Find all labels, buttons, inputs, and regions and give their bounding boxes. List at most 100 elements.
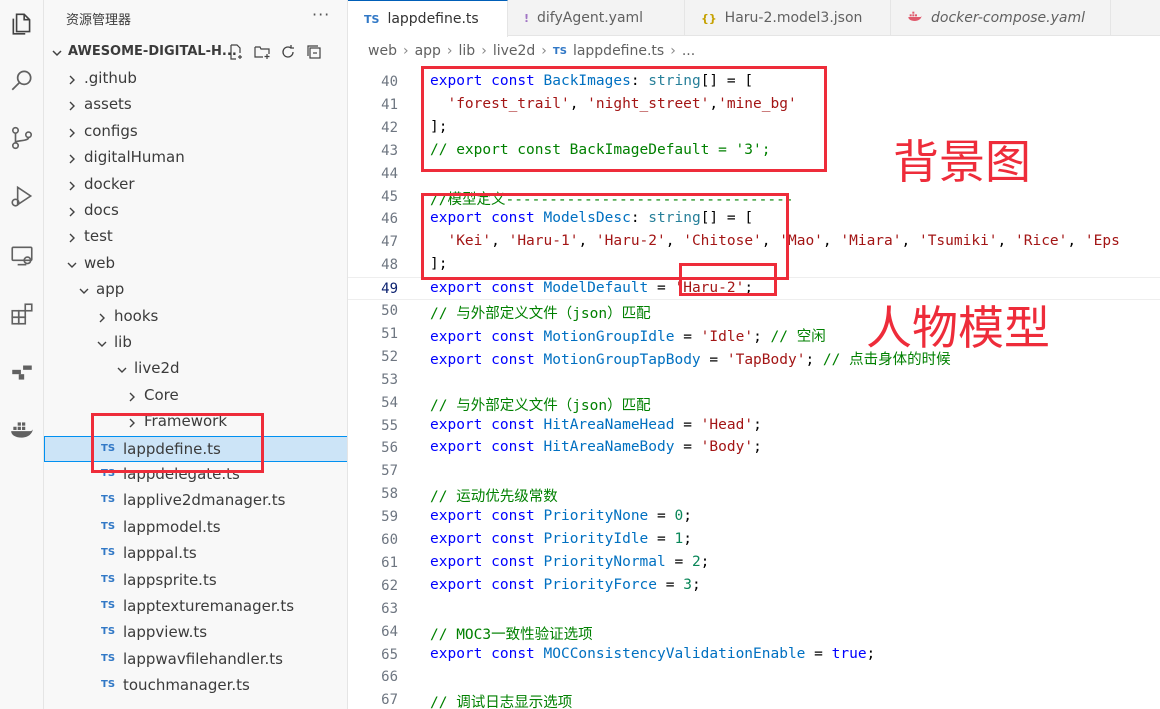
code-text: export const PriorityForce = 3; [430,577,701,593]
project-root[interactable]: AWESOME-DIGITAL-H... [44,40,347,64]
docker-icon[interactable] [0,408,44,452]
tree-item-label: lappview.ts [123,623,208,642]
code-line[interactable]: 56 export const HitAreaNameBody = 'Body'; [348,437,1160,460]
tree-folder-item[interactable]: lib [44,330,347,356]
code-line[interactable]: 57 [348,460,1160,483]
source-control-icon[interactable] [0,116,44,160]
chevron-down-icon [78,283,90,301]
new-folder-icon[interactable] [252,43,272,61]
search-icon[interactable] [0,58,44,102]
code-token: 'Eps [1084,233,1120,250]
code-token: = [674,328,701,345]
code-text: // 与外部定义文件（json）匹配 [430,302,651,323]
code-token: ; [700,553,710,570]
code-line[interactable]: 59 export const PriorityNone = 0; [348,506,1160,529]
collapse-all-icon[interactable] [304,43,324,61]
extensions-icon[interactable] [0,292,44,336]
breadcrumb-item[interactable]: live2d [493,43,535,59]
chevron-right-icon [66,151,78,169]
line-number: 49 [381,281,398,298]
tree-folder-item[interactable]: hooks [44,304,347,330]
code-token: 'Rice' [1015,233,1068,250]
code-line[interactable]: 60 export const PriorityIdle = 1; [348,529,1160,552]
tree-folder-item[interactable]: live2d [44,356,347,382]
line-number: 42 [381,119,398,136]
code-line[interactable]: 62 export const PriorityForce = 3; [348,575,1160,598]
code-token: MotionGroupTapBody [543,351,701,368]
annotation-box-backimages [421,66,827,172]
tab-haru-model[interactable]: {} Haru-2.model3.json [685,0,891,36]
code-line[interactable]: 54 // 与外部定义文件（json）匹配 [348,392,1160,415]
code-line[interactable]: 66 [348,666,1160,689]
timeline-icon[interactable] [0,350,44,394]
tree-file-item[interactable]: TS lapplive2dmanager.ts [44,488,347,514]
breadcrumb-item[interactable]: lappdefine.ts [573,43,664,59]
tree-item-label: lib [114,333,132,351]
tree-item-label: web [84,253,116,272]
tree-file-item[interactable]: TS lappwavfilehandler.ts [44,647,347,673]
tree-file-item[interactable]: TS lapppal.ts [44,541,347,567]
run-debug-icon[interactable] [0,174,44,218]
tree-file-item[interactable]: TS lappview.ts [44,620,347,646]
code-text: export const MotionGroupIdle = 'Idle'; /… [430,325,826,346]
code-line[interactable]: 55 export const HitAreaNameHead = 'Head'; [348,415,1160,438]
code-line[interactable]: 64 // MOC3一致性验证选项 [348,621,1160,644]
tree-item-label: touchmanager.ts [123,676,250,695]
code-line[interactable]: 63 [348,598,1160,621]
tab-difyagent[interactable]: ! difyAgent.yaml [508,0,685,36]
tree-folder-item[interactable]: web [44,251,347,277]
code-token: HitAreaNameHead [543,416,675,433]
breadcrumb-item[interactable]: web [368,43,397,59]
code-line[interactable]: 65 export const MOCConsistencyValidationE… [348,644,1160,667]
tree-file-item[interactable]: TS lappmodel.ts [44,515,347,541]
breadcrumb-item[interactable]: lib [459,43,476,59]
code-text: export const PriorityIdle = 1; [430,531,692,547]
breadcrumb-separator: › [541,43,547,59]
code-line[interactable]: 67 // 调试日志显示选项 [348,689,1160,709]
tree-folder-item[interactable]: configs [44,119,347,145]
code-token: // 空闲 [770,328,826,345]
more-actions-button[interactable]: ··· [312,5,330,24]
tab-lappdefine[interactable]: TS lappdefine.ts [348,0,508,37]
breadcrumb-item[interactable]: app [415,43,441,59]
code-token: PriorityNormal [543,553,666,570]
code-token: 2 [691,553,701,570]
remote-explorer-icon[interactable] [0,234,44,278]
tree-folder-item[interactable]: test [44,224,347,250]
annotation-model-label: 人物模型 [866,301,1050,355]
code-token: 'Idle' [700,328,754,345]
tree-file-item[interactable]: TS lappsprite.ts [44,568,347,594]
chevron-right-icon [66,98,78,116]
tree-folder-item[interactable]: Core [44,383,347,409]
code-token: export [430,439,483,456]
tab-label: Haru-2.model3.json [724,10,863,26]
tree-folder-item[interactable]: docker [44,172,347,198]
code-token: // 运动优先级常数 [430,489,558,506]
tree-item-label: lapptexturemanager.ts [123,597,295,615]
code-line[interactable]: 53 [348,369,1160,392]
tree-folder-item[interactable]: app [44,277,347,303]
code-token: = [665,553,692,570]
tree-folder-item[interactable]: digitalHuman [44,145,347,171]
tree-folder-item[interactable]: assets [44,92,347,118]
tree-file-item[interactable]: TS lapptexturemanager.ts [44,594,347,620]
yaml-file-icon: ! [524,11,530,25]
tree-folder-item[interactable]: docs [44,198,347,224]
tree-folder-item[interactable]: .github [44,66,347,92]
code-line[interactable]: 58 // 运动优先级常数 [348,483,1160,506]
refresh-icon[interactable] [278,43,298,61]
new-file-icon[interactable] [226,43,246,61]
code-token: , [997,233,1016,250]
explorer-icon[interactable] [0,2,44,46]
tree-file-item[interactable]: TS touchmanager.ts [44,673,347,699]
breadcrumb-separator: › [670,43,676,59]
breadcrumb-item[interactable]: ... [682,43,695,59]
code-token: = [805,645,832,662]
code-line[interactable]: 61 export const PriorityNormal = 2; [348,552,1160,575]
code-token: const [491,576,535,593]
tab-docker-compose[interactable]: docker-compose.yaml [891,0,1111,36]
breadcrumb-separator: › [402,43,409,59]
